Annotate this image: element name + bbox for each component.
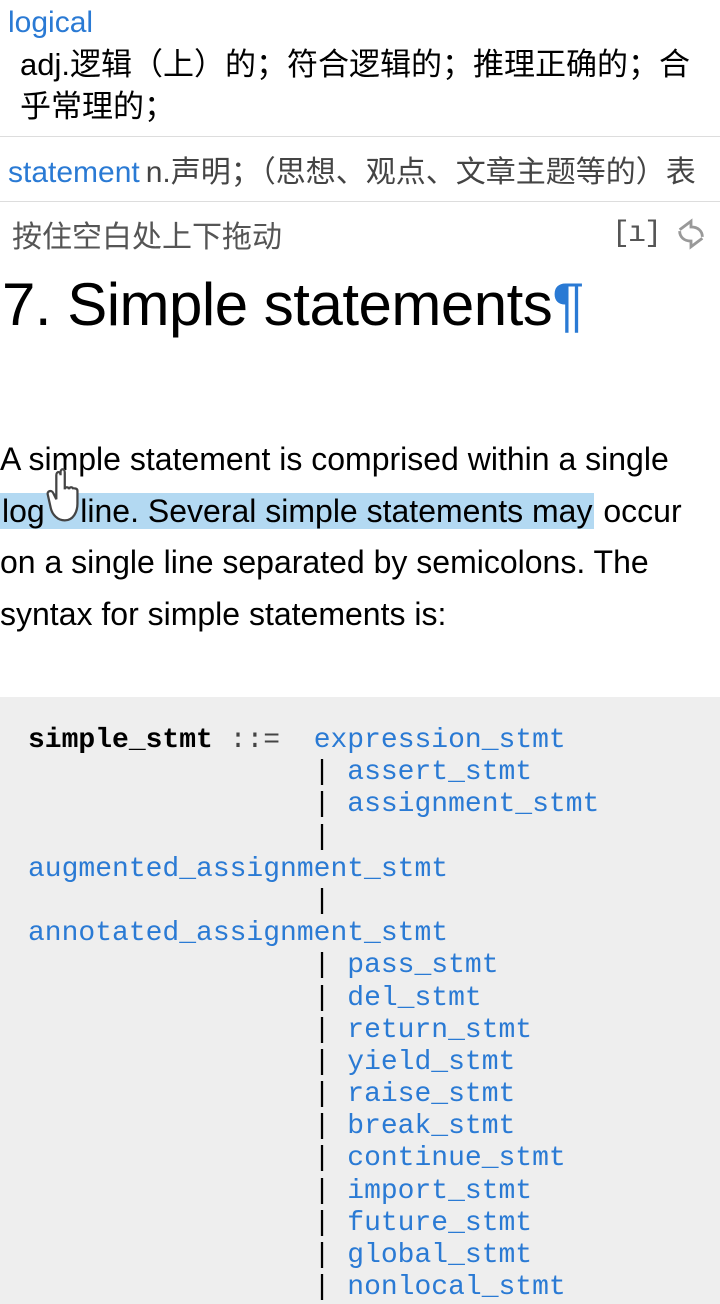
dict-word: statement xyxy=(8,156,140,190)
code-rule[interactable]: augmented_assignment_stmt xyxy=(28,854,448,885)
pilcrow-icon[interactable]: ¶ xyxy=(552,271,584,338)
sel-part-a: log xyxy=(2,493,45,529)
dictionary-panel: logical adj.逻辑（上）的；符合逻辑的；推理正确的；合乎常理的； st… xyxy=(0,0,720,202)
refresh-swap-icon[interactable] xyxy=(674,217,708,251)
code-rule[interactable]: break_stmt xyxy=(347,1111,515,1142)
code-rule[interactable]: annotated_assignment_stmt xyxy=(28,918,448,949)
code-rule[interactable]: del_stmt xyxy=(347,983,481,1014)
toolbar: 按住空白处上下拖动 [ı] xyxy=(0,202,720,266)
code-rule[interactable]: assert_stmt xyxy=(347,757,532,788)
para-text-1: A simple statement is comprised within a… xyxy=(0,441,669,477)
dict-entry-logical[interactable]: logical adj.逻辑（上）的；符合逻辑的；推理正确的；合乎常理的； xyxy=(0,0,720,136)
code-lhs: simple_stmt xyxy=(28,725,213,756)
brackets-icon[interactable]: [ı] xyxy=(612,217,660,251)
code-rule[interactable]: pass_stmt xyxy=(347,950,498,981)
code-rule[interactable]: expression_stmt xyxy=(314,725,566,756)
intro-paragraph[interactable]: A simple statement is comprised within a… xyxy=(0,338,720,641)
selection-highlight: log line. Several simple statements may xyxy=(0,493,594,529)
code-rule[interactable]: nonlocal_stmt xyxy=(347,1272,565,1303)
grammar-code-block[interactable]: simple_stmt ::= expression_stmt | assert… xyxy=(0,697,720,1304)
sel-part-b: line. Several simple statements may xyxy=(71,493,592,529)
dict-entry-statement[interactable]: statement n.声明；（思想、观点、文章主题等的）表 xyxy=(0,136,720,201)
code-rule[interactable]: assignment_stmt xyxy=(347,789,599,820)
dict-definition: adj.逻辑（上）的；符合逻辑的；推理正确的；合乎常理的； xyxy=(8,40,712,128)
heading-text: 7. Simple statements xyxy=(2,271,552,338)
code-rule[interactable]: future_stmt xyxy=(347,1208,532,1239)
dict-word: logical xyxy=(8,6,712,40)
code-op: ::= xyxy=(230,725,280,756)
code-rule[interactable]: import_stmt xyxy=(347,1176,532,1207)
code-rule[interactable]: global_stmt xyxy=(347,1240,532,1271)
code-rule[interactable]: yield_stmt xyxy=(347,1047,515,1078)
code-rule[interactable]: continue_stmt xyxy=(347,1143,565,1174)
code-rule[interactable]: return_stmt xyxy=(347,1015,532,1046)
dict-definition: n.声明；（思想、观点、文章主题等的）表 xyxy=(146,147,696,191)
drag-hint: 按住空白处上下拖动 xyxy=(12,212,598,256)
code-rule[interactable]: raise_stmt xyxy=(347,1079,515,1110)
page-title: 7. Simple statements¶ xyxy=(0,266,720,338)
